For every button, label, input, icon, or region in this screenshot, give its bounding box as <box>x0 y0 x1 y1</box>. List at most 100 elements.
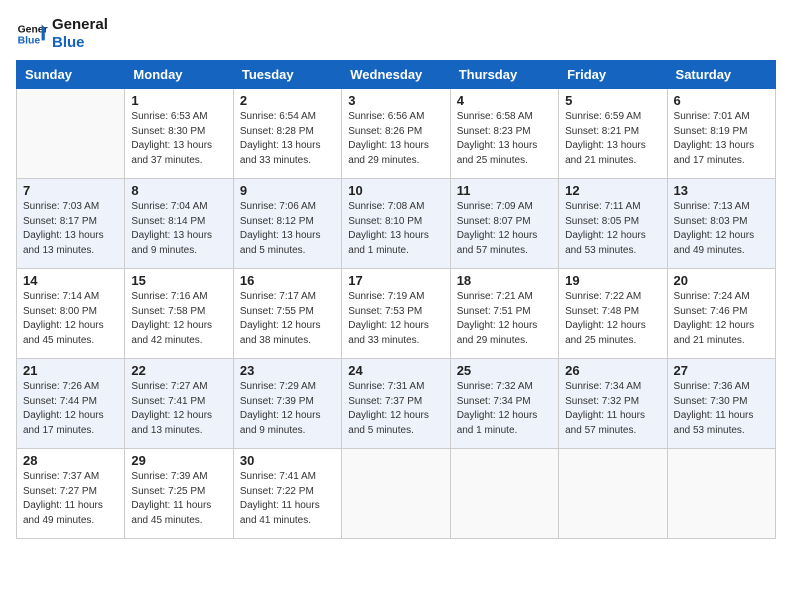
day-number: 20 <box>674 273 769 288</box>
day-number: 29 <box>131 453 226 468</box>
day-info: Sunrise: 7:29 AMSunset: 7:39 PMDaylight:… <box>240 380 335 438</box>
day-info: Sunrise: 6:59 AMSunset: 8:21 PMDaylight:… <box>565 110 660 168</box>
day-info: Sunrise: 7:03 AMSunset: 8:17 PMDaylight:… <box>23 200 118 258</box>
day-info: Sunrise: 7:24 AMSunset: 7:46 PMDaylight:… <box>674 290 769 348</box>
day-number: 15 <box>131 273 226 288</box>
day-info: Sunrise: 7:36 AMSunset: 7:30 PMDaylight:… <box>674 380 769 438</box>
day-number: 5 <box>565 93 660 108</box>
day-info: Sunrise: 7:13 AMSunset: 8:03 PMDaylight:… <box>674 200 769 258</box>
calendar-cell: 19Sunrise: 7:22 AMSunset: 7:48 PMDayligh… <box>559 269 667 359</box>
weekday-header-tuesday: Tuesday <box>233 61 341 89</box>
week-row-2: 7Sunrise: 7:03 AMSunset: 8:17 PMDaylight… <box>17 179 776 269</box>
day-number: 28 <box>23 453 118 468</box>
weekday-header-thursday: Thursday <box>450 61 558 89</box>
day-info: Sunrise: 7:37 AMSunset: 7:27 PMDaylight:… <box>23 470 118 528</box>
calendar-cell: 12Sunrise: 7:11 AMSunset: 8:05 PMDayligh… <box>559 179 667 269</box>
svg-text:Blue: Blue <box>18 36 41 47</box>
calendar-cell: 5 Sunrise: 6:59 AMSunset: 8:21 PMDaylight… <box>559 89 667 179</box>
calendar-body: 1Sunrise: 6:53 AMSunset: 8:30 PMDaylight… <box>17 89 776 539</box>
calendar-cell: 8 Sunrise: 7:04 AMSunset: 8:14 PMDaylight… <box>125 179 233 269</box>
day-number: 24 <box>348 363 443 378</box>
calendar-cell: 27 Sunrise: 7:36 AMSunset: 7:30 PMDayligh… <box>667 359 775 449</box>
week-row-5: 28 Sunrise: 7:37 AMSunset: 7:27 PMDayligh… <box>17 449 776 539</box>
logo-icon: General Blue <box>16 18 48 50</box>
calendar-cell: 28 Sunrise: 7:37 AMSunset: 7:27 PMDayligh… <box>17 449 125 539</box>
day-info: Sunrise: 7:04 AMSunset: 8:14 PMDaylight:… <box>131 200 226 258</box>
day-number: 23 <box>240 363 335 378</box>
logo-text-general: General <box>52 16 108 34</box>
calendar-cell <box>450 449 558 539</box>
day-number: 8 <box>131 183 226 198</box>
day-number: 2 <box>240 93 335 108</box>
weekday-header-friday: Friday <box>559 61 667 89</box>
calendar-cell: 29 Sunrise: 7:39 AMSunset: 7:25 PMDayligh… <box>125 449 233 539</box>
day-info: Sunrise: 6:54 AMSunset: 8:28 PMDaylight:… <box>240 110 335 168</box>
day-number: 27 <box>674 363 769 378</box>
day-info: Sunrise: 7:01 AMSunset: 8:19 PMDaylight:… <box>674 110 769 168</box>
day-number: 3 <box>348 93 443 108</box>
calendar-cell: 25Sunrise: 7:32 AMSunset: 7:34 PMDayligh… <box>450 359 558 449</box>
day-number: 16 <box>240 273 335 288</box>
weekday-header-saturday: Saturday <box>667 61 775 89</box>
day-number: 1 <box>131 93 226 108</box>
day-number: 17 <box>348 273 443 288</box>
day-number: 22 <box>131 363 226 378</box>
day-number: 30 <box>240 453 335 468</box>
day-info: Sunrise: 7:39 AMSunset: 7:25 PMDaylight:… <box>131 470 226 528</box>
calendar-cell <box>17 89 125 179</box>
logo-text-blue: Blue <box>52 34 108 52</box>
weekday-header-monday: Monday <box>125 61 233 89</box>
calendar-cell: 17Sunrise: 7:19 AMSunset: 7:53 PMDayligh… <box>342 269 450 359</box>
weekday-header-sunday: Sunday <box>17 61 125 89</box>
day-info: Sunrise: 6:56 AMSunset: 8:26 PMDaylight:… <box>348 110 443 168</box>
day-number: 11 <box>457 183 552 198</box>
calendar-cell: 11Sunrise: 7:09 AMSunset: 8:07 PMDayligh… <box>450 179 558 269</box>
day-info: Sunrise: 7:41 AMSunset: 7:22 PMDaylight:… <box>240 470 335 528</box>
day-number: 10 <box>348 183 443 198</box>
day-info: Sunrise: 7:08 AMSunset: 8:10 PMDaylight:… <box>348 200 443 258</box>
calendar-cell: 7Sunrise: 7:03 AMSunset: 8:17 PMDaylight… <box>17 179 125 269</box>
calendar-cell: 18Sunrise: 7:21 AMSunset: 7:51 PMDayligh… <box>450 269 558 359</box>
day-number: 13 <box>674 183 769 198</box>
day-number: 26 <box>565 363 660 378</box>
day-info: Sunrise: 7:26 AMSunset: 7:44 PMDaylight:… <box>23 380 118 438</box>
calendar-cell: 30 Sunrise: 7:41 AMSunset: 7:22 PMDayligh… <box>233 449 341 539</box>
day-info: Sunrise: 7:16 AMSunset: 7:58 PMDaylight:… <box>131 290 226 348</box>
week-row-3: 14Sunrise: 7:14 AMSunset: 8:00 PMDayligh… <box>17 269 776 359</box>
weekday-header-wednesday: Wednesday <box>342 61 450 89</box>
day-info: Sunrise: 7:34 AMSunset: 7:32 PMDaylight:… <box>565 380 660 438</box>
day-info: Sunrise: 7:21 AMSunset: 7:51 PMDaylight:… <box>457 290 552 348</box>
weekday-header-row: SundayMondayTuesdayWednesdayThursdayFrid… <box>17 61 776 89</box>
logo: General Blue General Blue <box>16 16 108 52</box>
day-number: 4 <box>457 93 552 108</box>
calendar-cell: 4Sunrise: 6:58 AMSunset: 8:23 PMDaylight… <box>450 89 558 179</box>
calendar-cell: 3 Sunrise: 6:56 AMSunset: 8:26 PMDaylight… <box>342 89 450 179</box>
calendar-table: SundayMondayTuesdayWednesdayThursdayFrid… <box>16 60 776 539</box>
calendar-cell: 9Sunrise: 7:06 AMSunset: 8:12 PMDaylight… <box>233 179 341 269</box>
week-row-4: 21 Sunrise: 7:26 AMSunset: 7:44 PMDayligh… <box>17 359 776 449</box>
calendar-cell: 26 Sunrise: 7:34 AMSunset: 7:32 PMDayligh… <box>559 359 667 449</box>
calendar-cell <box>342 449 450 539</box>
calendar-cell: 15 Sunrise: 7:16 AMSunset: 7:58 PMDayligh… <box>125 269 233 359</box>
calendar-cell <box>559 449 667 539</box>
calendar-cell: 13 Sunrise: 7:13 AMSunset: 8:03 PMDayligh… <box>667 179 775 269</box>
calendar-cell: 14Sunrise: 7:14 AMSunset: 8:00 PMDayligh… <box>17 269 125 359</box>
calendar-cell: 23 Sunrise: 7:29 AMSunset: 7:39 PMDayligh… <box>233 359 341 449</box>
week-row-1: 1Sunrise: 6:53 AMSunset: 8:30 PMDaylight… <box>17 89 776 179</box>
day-number: 21 <box>23 363 118 378</box>
calendar-cell: 24 Sunrise: 7:31 AMSunset: 7:37 PMDayligh… <box>342 359 450 449</box>
day-info: Sunrise: 7:11 AMSunset: 8:05 PMDaylight:… <box>565 200 660 258</box>
calendar-cell: 20 Sunrise: 7:24 AMSunset: 7:46 PMDayligh… <box>667 269 775 359</box>
day-number: 19 <box>565 273 660 288</box>
day-info: Sunrise: 7:17 AMSunset: 7:55 PMDaylight:… <box>240 290 335 348</box>
calendar-cell: 21 Sunrise: 7:26 AMSunset: 7:44 PMDayligh… <box>17 359 125 449</box>
calendar-cell: 16 Sunrise: 7:17 AMSunset: 7:55 PMDayligh… <box>233 269 341 359</box>
calendar-cell: 10 Sunrise: 7:08 AMSunset: 8:10 PMDayligh… <box>342 179 450 269</box>
day-number: 6 <box>674 93 769 108</box>
day-info: Sunrise: 7:31 AMSunset: 7:37 PMDaylight:… <box>348 380 443 438</box>
calendar-cell: 6 Sunrise: 7:01 AMSunset: 8:19 PMDaylight… <box>667 89 775 179</box>
day-number: 9 <box>240 183 335 198</box>
calendar-header: SundayMondayTuesdayWednesdayThursdayFrid… <box>17 61 776 89</box>
calendar-cell: 1Sunrise: 6:53 AMSunset: 8:30 PMDaylight… <box>125 89 233 179</box>
day-info: Sunrise: 7:32 AMSunset: 7:34 PMDaylight:… <box>457 380 552 438</box>
